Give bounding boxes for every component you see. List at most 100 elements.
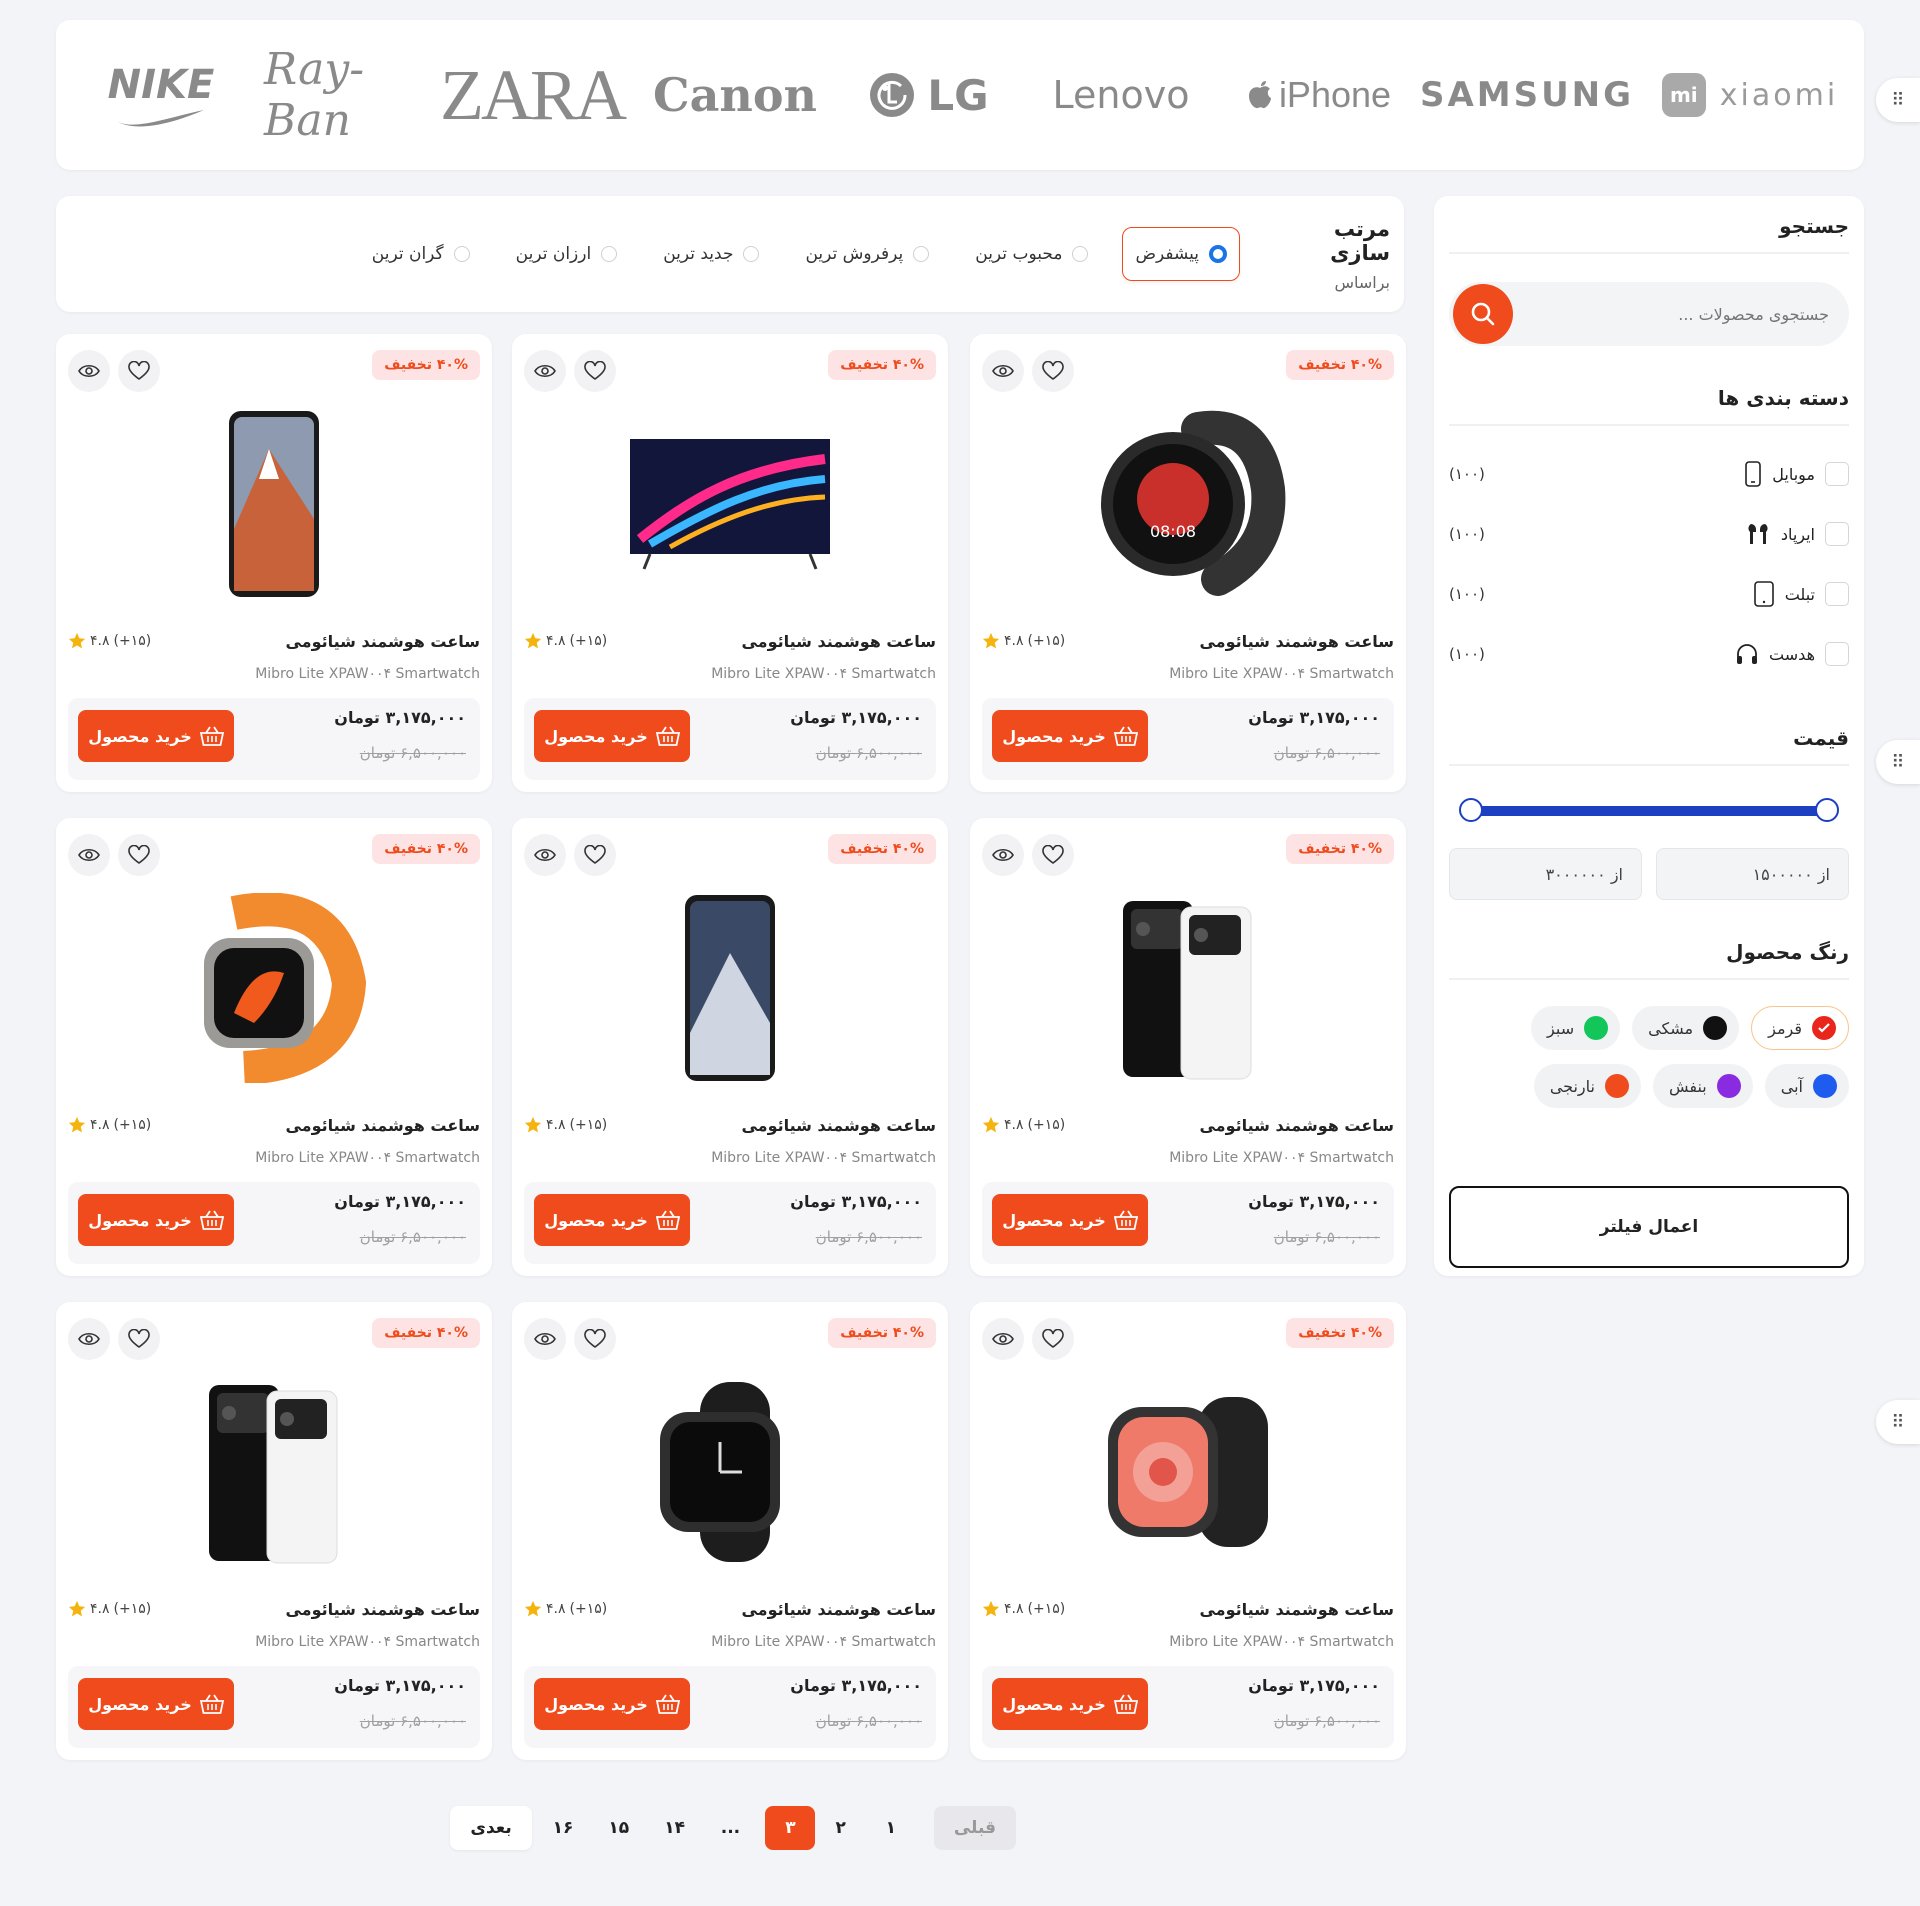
wishlist-button[interactable] [574,834,616,876]
brand-iphone[interactable]: iPhone [1244,55,1394,135]
buy-button[interactable]: خرید محصول [78,1678,234,1730]
buy-button[interactable]: خرید محصول [534,1194,690,1246]
product-card[interactable]: ۴۰% تخفیف ساعت هوشمند شیائومی ۴.۸ (+۱۵) … [970,818,1406,1276]
pagination-page[interactable]: ۱ [866,1806,916,1850]
sort-option-default[interactable]: پیشفرض [1122,227,1240,281]
tv-image[interactable] [602,406,858,602]
quick-view-button[interactable] [68,1318,110,1360]
price-slider-max-handle[interactable] [1815,798,1839,822]
quick-view-button[interactable] [524,1318,566,1360]
brand-rayban[interactable]: Ray-Ban [264,44,414,146]
product-card[interactable]: ۴۰% تخفیف ساعت هوشمند شیائومی ۴.۸ (+۱۵) … [970,1302,1406,1760]
quick-view-button[interactable] [68,350,110,392]
radio-button[interactable] [913,246,930,262]
product-title[interactable]: ساعت هوشمند شیائومی [1199,1116,1394,1135]
buy-button[interactable]: خرید محصول [78,1194,234,1246]
drag-handle-icon[interactable]: ⠿ [1876,740,1920,784]
category-checkbox[interactable] [1825,582,1849,606]
category-item-headset[interactable]: هدست (۱۰۰) [1449,624,1849,684]
wishlist-button[interactable] [1032,1318,1074,1360]
price-slider[interactable] [1449,786,1849,836]
ultra-watch-orange-image[interactable] [146,890,402,1086]
buy-button[interactable]: خرید محصول [534,1678,690,1730]
drag-handle-icon[interactable]: ⠿ [1876,1400,1920,1444]
brand-xiaomi[interactable]: mi xiaomi [1660,55,1840,135]
round-watch-image[interactable]: 08:08 [1060,406,1316,602]
quick-view-button[interactable] [982,1318,1024,1360]
category-item-airpods[interactable]: ایرپاد (۱۰۰) [1449,504,1849,564]
radio-button[interactable] [1209,245,1227,263]
product-title[interactable]: ساعت هوشمند شیائومی [741,1116,936,1135]
brand-zara[interactable]: ZARA [440,55,627,135]
price-from-field[interactable]: از ۱۵۰۰۰۰۰ [1656,848,1849,900]
category-checkbox[interactable] [1825,522,1849,546]
wishlist-button[interactable] [1032,834,1074,876]
apply-filter-button[interactable]: اعمال فیلتر [1449,1186,1849,1268]
sort-option-expensive[interactable]: گران ترین [360,227,482,281]
color-chip-blue[interactable]: آبی [1764,1064,1849,1108]
quick-view-button[interactable] [524,350,566,392]
buy-button[interactable]: خرید محصول [992,1678,1148,1730]
category-checkbox[interactable] [1825,642,1849,666]
product-card[interactable]: ۴۰% تخفیف ساعت هوشمند شیائومی ۴.۸ (+۱۵) … [56,1302,492,1760]
wishlist-button[interactable] [118,834,160,876]
search-input[interactable] [1529,304,1829,324]
brand-lg[interactable]: LG [858,55,998,135]
phone-dark-image[interactable] [602,890,858,1086]
product-title[interactable]: ساعت هوشمند شیائومی [285,1116,480,1135]
radio-button[interactable] [453,246,470,262]
square-watch-black-image[interactable] [602,1374,858,1570]
sort-option-newest[interactable]: جدید ترین [651,227,771,281]
pagination-current-page[interactable]: ۳ [765,1806,816,1850]
wishlist-button[interactable] [118,350,160,392]
brand-samsung[interactable]: SAMSUNG [1420,55,1631,135]
drag-handle-icon[interactable]: ⠿ [1876,78,1920,122]
dual-phones-image[interactable] [1060,890,1316,1086]
brand-canon[interactable]: Canon [650,55,820,135]
product-card[interactable]: ۴۰% تخفیف ساعت هوشمند شیائومی ۴.۸ (+۱۵) … [512,818,948,1276]
pagination-page[interactable]: ۱۶ [532,1806,594,1850]
pagination-prev[interactable]: قبلی [933,1806,1017,1850]
pagination-page[interactable]: ۲ [815,1806,865,1850]
product-title[interactable]: ساعت هوشمند شیائومی [1199,1600,1394,1619]
wishlist-button[interactable] [574,350,616,392]
radio-button[interactable] [601,246,618,262]
product-title[interactable]: ساعت هوشمند شیائومی [741,632,936,651]
product-title[interactable]: ساعت هوشمند شیائومی [285,1600,480,1619]
color-chip-green[interactable]: سبز [1531,1006,1621,1050]
pagination-next[interactable]: بعدی [450,1806,533,1850]
pagination-page[interactable]: ۱۵ [594,1806,644,1850]
wishlist-button[interactable] [1032,350,1074,392]
color-chip-black[interactable]: مشکی [1632,1006,1740,1050]
sort-option-popular[interactable]: محبوب ترین [963,227,1100,281]
color-chip-orange[interactable]: نارنجی [1533,1064,1641,1108]
quick-view-button[interactable] [982,834,1024,876]
product-card[interactable]: ۴۰% تخفیف ساعت هوشمند شیائومی ۴.۸ (+۱۵) … [56,818,492,1276]
buy-button[interactable]: خرید محصول [78,710,234,762]
search-button[interactable] [1453,284,1513,344]
brand-lenovo[interactable]: Lenovo [1036,55,1206,135]
color-chip-purple[interactable]: بنفش [1652,1064,1753,1108]
product-title[interactable]: ساعت هوشمند شیائومی [741,1600,936,1619]
product-card[interactable]: ۴۰% تخفیف 08:08 ساعت هوشمند شیائومی ۴.۸ … [970,334,1406,792]
quick-view-button[interactable] [524,834,566,876]
dual-phones-image[interactable] [146,1374,402,1570]
category-item-tablet[interactable]: تبلت (۱۰۰) [1449,564,1849,624]
product-title[interactable]: ساعت هوشمند شیائومی [1199,632,1394,651]
sort-option-cheapest[interactable]: ارزان ترین [504,227,630,281]
category-item-mobile[interactable]: موبایل (۱۰۰) [1449,444,1849,504]
brand-nike[interactable]: NIKE [96,55,226,135]
buy-button[interactable]: خرید محصول [992,1194,1148,1246]
product-card[interactable]: ۴۰% تخفیف ساعت هوشمند شیائومی ۴.۸ (+۱۵) … [56,334,492,792]
product-card[interactable]: ۴۰% تخفیف ساعت هوشمند شیائومی ۴.۸ (+۱۵) … [512,1302,948,1760]
buy-button[interactable]: خرید محصول [534,710,690,762]
quick-view-button[interactable] [982,350,1024,392]
round-watch-red-image[interactable] [1060,1374,1316,1570]
category-checkbox[interactable] [1825,462,1849,486]
quick-view-button[interactable] [68,834,110,876]
wishlist-button[interactable] [118,1318,160,1360]
radio-button[interactable] [1072,246,1089,262]
sort-option-bestseller[interactable]: پرفروش ترین [793,227,941,281]
pagination-page[interactable]: ۱۴ [644,1806,706,1850]
buy-button[interactable]: خرید محصول [992,710,1148,762]
